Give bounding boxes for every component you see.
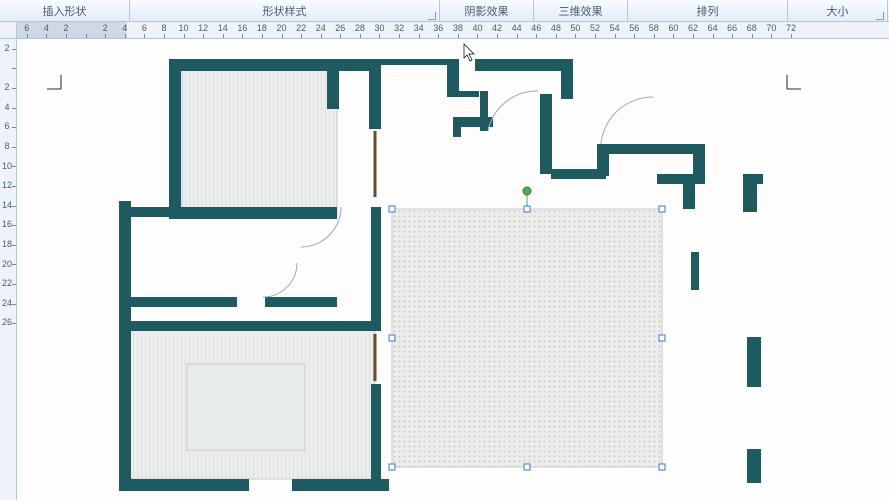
ruler-h-tick-37: 68	[742, 22, 762, 38]
ruler-v-tick-4: 6	[0, 117, 16, 137]
ruler-h-tick-35: 64	[703, 22, 723, 38]
handle-tr[interactable]	[659, 206, 665, 212]
ruler-h-tick-10: 14	[213, 22, 233, 38]
ruler-v-tick-0: 2	[0, 39, 16, 59]
ruler-h-tick-30: 54	[605, 22, 625, 38]
dialog-launcher-icon[interactable]	[428, 12, 436, 20]
ruler-h-tick-27: 48	[546, 22, 566, 38]
ruler-h-tick-11: 16	[233, 22, 253, 38]
ruler-v-tick-6: 10	[0, 157, 16, 177]
ruler-h-tick-2: 2	[56, 22, 76, 38]
handle-br[interactable]	[659, 464, 665, 470]
handle-bl[interactable]	[389, 464, 395, 470]
ribbon-group-3[interactable]: 三维效果	[534, 0, 628, 21]
door-arc-3	[488, 91, 538, 131]
ruler-h-tick-20: 34	[409, 22, 429, 38]
ruler-h-tick-23: 40	[468, 22, 488, 38]
ruler-corner	[0, 22, 17, 39]
handle-bm[interactable]	[524, 464, 530, 470]
ribbon-group-label: 插入形状	[43, 3, 87, 19]
ruler-h-tick-4: 2	[95, 22, 115, 38]
ruler-h-tick-5: 4	[115, 22, 135, 38]
ruler-v-tick-5: 8	[0, 137, 16, 157]
ruler-h-tick-3	[76, 22, 96, 38]
ruler-h-tick-15: 24	[311, 22, 331, 38]
ruler-h-tick-8: 10	[174, 22, 194, 38]
ruler-h-tick-33: 60	[664, 22, 684, 38]
ruler-h-tick-18: 30	[370, 22, 390, 38]
ribbon-group-2[interactable]: 阴影效果	[440, 0, 534, 21]
ruler-h-tick-25: 44	[507, 22, 527, 38]
ruler-h-tick-12: 18	[252, 22, 272, 38]
room-top-left[interactable]	[182, 69, 337, 217]
ruler-v-tick-3: 4	[0, 98, 16, 118]
ruler-h-tick-14: 22	[291, 22, 311, 38]
ruler-h-tick-1: 4	[37, 22, 57, 38]
ribbon-group-5[interactable]: 大小	[788, 0, 888, 21]
furniture-bed[interactable]	[187, 364, 305, 450]
ribbon-group-label: 排列	[697, 3, 719, 19]
ruler-v-tick-10: 18	[0, 235, 16, 255]
cursor-pointer	[464, 44, 474, 61]
ruler-h-tick-39: 72	[781, 22, 801, 38]
ribbon-group-4[interactable]: 排列	[628, 0, 788, 21]
ruler-h-tick-26: 46	[526, 22, 546, 38]
ribbon-group-0[interactable]: 插入形状	[0, 0, 130, 21]
door-arc-4	[601, 97, 653, 144]
ruler-v-tick-12: 22	[0, 274, 16, 294]
door-arc-2	[263, 263, 297, 297]
handle-tm[interactable]	[524, 206, 530, 212]
ribbon-group-label: 阴影效果	[465, 3, 509, 19]
ruler-h-tick-24: 42	[487, 22, 507, 38]
crop-mark-tl	[47, 75, 61, 89]
dialog-launcher-icon[interactable]	[876, 12, 884, 20]
ruler-v-tick-9: 16	[0, 215, 16, 235]
ribbon-group-label: 形状样式	[263, 3, 307, 19]
ruler-h-tick-9: 12	[193, 22, 213, 38]
ruler-h-tick-16: 26	[331, 22, 351, 38]
handle-ml[interactable]	[389, 335, 395, 341]
ruler-h-tick-6: 6	[135, 22, 155, 38]
ruler-h-tick-7: 8	[154, 22, 174, 38]
ruler-h-tick-34: 62	[683, 22, 703, 38]
drawing-canvas[interactable]	[17, 39, 889, 500]
ribbon-group-label: 大小	[827, 3, 849, 19]
ruler-v-tick-1	[0, 59, 16, 79]
crop-mark-tr	[787, 75, 801, 89]
ribbon: 插入形状 形状样式 阴影效果 三维效果 排列 大小	[0, 0, 889, 22]
ruler-h-tick-38: 70	[762, 22, 782, 38]
handle-mr[interactable]	[659, 335, 665, 341]
ruler-h-tick-0: 6	[17, 22, 37, 38]
handle-tl[interactable]	[389, 206, 395, 212]
ruler-v-tick-7: 12	[0, 176, 16, 196]
ruler-h-tick-13: 20	[272, 22, 292, 38]
ruler-vertical[interactable]: 22468101214161820222426	[0, 39, 17, 500]
ruler-v-tick-2: 2	[0, 78, 16, 98]
selected-pattern-rect[interactable]	[392, 209, 662, 467]
rotate-handle[interactable]	[523, 187, 531, 195]
ruler-h-tick-31: 56	[624, 22, 644, 38]
ribbon-group-label: 三维效果	[559, 3, 603, 19]
floor-plan-svg[interactable]	[17, 39, 889, 500]
ribbon-group-1[interactable]: 形状样式	[130, 0, 440, 21]
ruler-h-tick-28: 50	[566, 22, 586, 38]
ruler-v-tick-14: 26	[0, 313, 16, 333]
ruler-v-tick-13: 24	[0, 294, 16, 314]
ruler-h-tick-21: 36	[428, 22, 448, 38]
ruler-v-tick-8: 14	[0, 196, 16, 216]
ruler-h-tick-19: 32	[389, 22, 409, 38]
ruler-h-tick-22: 38	[448, 22, 468, 38]
ruler-h-tick-36: 66	[722, 22, 742, 38]
ruler-horizontal[interactable]: 6422468101214161820222426283032343638404…	[17, 22, 889, 39]
ruler-h-tick-29: 52	[585, 22, 605, 38]
ruler-h-tick-32: 58	[644, 22, 664, 38]
ruler-h-tick-17: 28	[350, 22, 370, 38]
ruler-v-tick-11: 20	[0, 255, 16, 275]
